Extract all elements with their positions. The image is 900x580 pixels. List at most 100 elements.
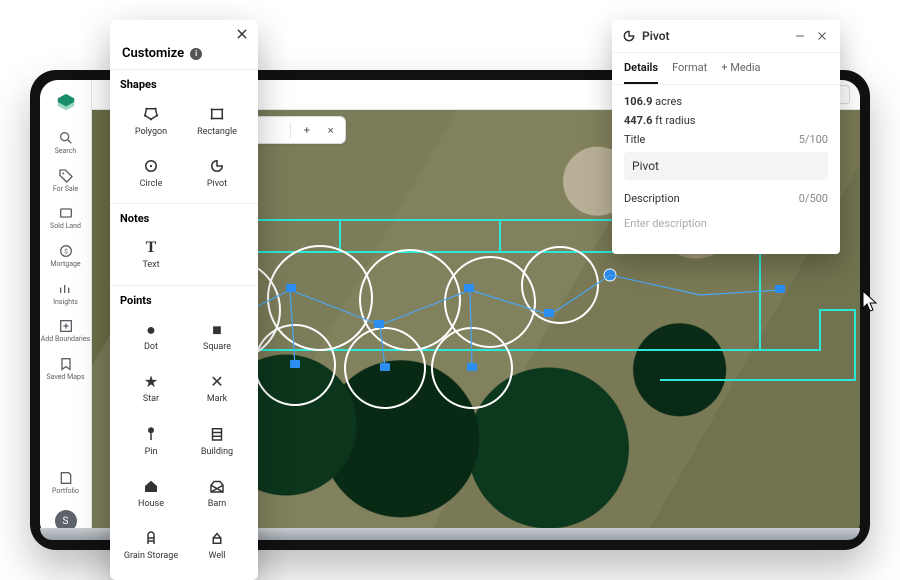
shape-label: Square (203, 342, 231, 352)
sidebar-label: Add Boundaries (40, 336, 91, 344)
tab-details[interactable]: Details (624, 53, 658, 84)
bookmark-icon (58, 356, 74, 372)
pivot-icon (622, 29, 636, 43)
sidebar-label: For Sale (40, 186, 91, 194)
sidebar-item-add-boundaries[interactable]: Add Boundaries (40, 312, 91, 350)
shape-label: Building (201, 447, 233, 457)
points-heading: Points (120, 294, 248, 307)
shape-label: Rectangle (197, 127, 237, 137)
sidebar-label: Mortgage (40, 261, 91, 269)
tab-format[interactable]: Format (672, 53, 707, 84)
radius-value: 447.6 (624, 114, 652, 127)
description-count: 0/500 (799, 192, 828, 205)
svg-text:$: $ (64, 248, 68, 256)
chart-icon (58, 281, 74, 297)
point-pin[interactable]: Pin (120, 417, 182, 465)
minimize-button[interactable] (792, 28, 808, 44)
acres-value: 106.9 (624, 95, 652, 108)
pivot-icon (208, 157, 226, 175)
shape-label: Star (143, 394, 159, 404)
shape-label: Text (142, 260, 159, 270)
tab-media[interactable]: + Media (721, 53, 760, 84)
barn-icon (208, 477, 226, 495)
title-label: Title (624, 133, 645, 146)
customize-panel: Customize i Shapes Polygon Rectangle Cir… (110, 20, 258, 580)
square-icon: ■ (212, 322, 222, 338)
add-shape-button[interactable]: + (299, 122, 315, 138)
sidebar-item-saved-maps[interactable]: Saved Maps (40, 350, 91, 388)
customize-title: Customize (122, 46, 184, 61)
point-square[interactable]: ■ Square (186, 313, 248, 361)
pin-icon (142, 425, 160, 443)
point-well[interactable]: Well (186, 521, 248, 569)
sidebar-item-search[interactable]: Search (40, 124, 91, 162)
sidebar-label: Sold Land (40, 223, 91, 231)
shape-label: Circle (140, 179, 163, 189)
dollar-icon: $ (58, 243, 74, 259)
silo-icon (142, 529, 160, 547)
close-pivot-button[interactable] (814, 28, 830, 44)
close-icon (816, 30, 828, 42)
title-count: 5/100 (799, 133, 828, 146)
sidebar-item-for-sale[interactable]: For Sale (40, 162, 91, 200)
sidebar-label: Search (40, 148, 91, 156)
shape-label: Pivot (207, 179, 227, 189)
rectangle-icon (208, 105, 226, 123)
dot-icon: ● (146, 322, 156, 338)
point-building[interactable]: Building (186, 417, 248, 465)
shape-label: Mark (207, 394, 227, 404)
pivot-panel-title: Pivot (642, 29, 786, 43)
sidebar-item-insights[interactable]: Insights (40, 275, 91, 313)
point-star[interactable]: ★ Star (120, 365, 182, 413)
search-icon (58, 130, 74, 146)
close-customize-button[interactable] (234, 26, 250, 42)
description-label: Description (624, 192, 680, 205)
shape-label: Well (209, 551, 226, 561)
text-icon: T (146, 240, 157, 256)
info-icon[interactable]: i (190, 48, 202, 60)
point-barn[interactable]: Barn (186, 469, 248, 517)
minimize-icon (794, 30, 806, 42)
sidebar-label: Insights (40, 299, 91, 307)
shape-label: Grain Storage (124, 551, 178, 561)
shape-circle[interactable]: Circle (120, 149, 182, 197)
shape-rectangle[interactable]: Rectangle (186, 97, 248, 145)
point-dot[interactable]: ● Dot (120, 313, 182, 361)
close-icon (235, 27, 249, 41)
title-input[interactable]: Pivot (624, 152, 828, 180)
sidebar-label: Saved Maps (40, 374, 91, 382)
notes-heading: Notes (120, 212, 248, 225)
note-text[interactable]: T Text (120, 231, 182, 279)
shape-label: Pin (145, 447, 158, 457)
left-sidebar: Search For Sale Sold Land $ Mortgage Ins… (40, 80, 92, 540)
pivot-details-panel: Pivot Details Format + Media 106.9 acres… (612, 20, 840, 254)
radius-unit: ft radius (655, 114, 695, 127)
plus-square-icon (58, 318, 74, 334)
mark-icon: ✕ (210, 374, 223, 390)
shapes-heading: Shapes (120, 78, 248, 91)
point-mark[interactable]: ✕ Mark (186, 365, 248, 413)
shape-label: Dot (144, 342, 158, 352)
sold-icon (58, 205, 74, 221)
point-house[interactable]: House (120, 469, 182, 517)
shape-label: House (138, 499, 164, 509)
description-input[interactable]: Enter description (624, 211, 828, 244)
tag-icon (58, 168, 74, 184)
star-icon: ★ (144, 374, 158, 390)
mouse-cursor (862, 290, 880, 314)
circle-icon (142, 157, 160, 175)
shape-label: Barn (208, 499, 227, 509)
shape-pivot[interactable]: Pivot (186, 149, 248, 197)
close-shape-button[interactable]: × (323, 122, 339, 138)
save-icon (58, 470, 74, 486)
sidebar-item-mortgage[interactable]: $ Mortgage (40, 237, 91, 275)
shape-polygon[interactable]: Polygon (120, 97, 182, 145)
polygon-icon (142, 105, 160, 123)
acres-unit: acres (655, 95, 682, 108)
sidebar-item-portfolio[interactable]: Portfolio (40, 464, 91, 502)
sidebar-item-sold-land[interactable]: Sold Land (40, 199, 91, 237)
shape-label: Polygon (135, 127, 167, 137)
well-icon (208, 529, 226, 547)
building-icon (208, 425, 226, 443)
point-grain-storage[interactable]: Grain Storage (120, 521, 182, 569)
